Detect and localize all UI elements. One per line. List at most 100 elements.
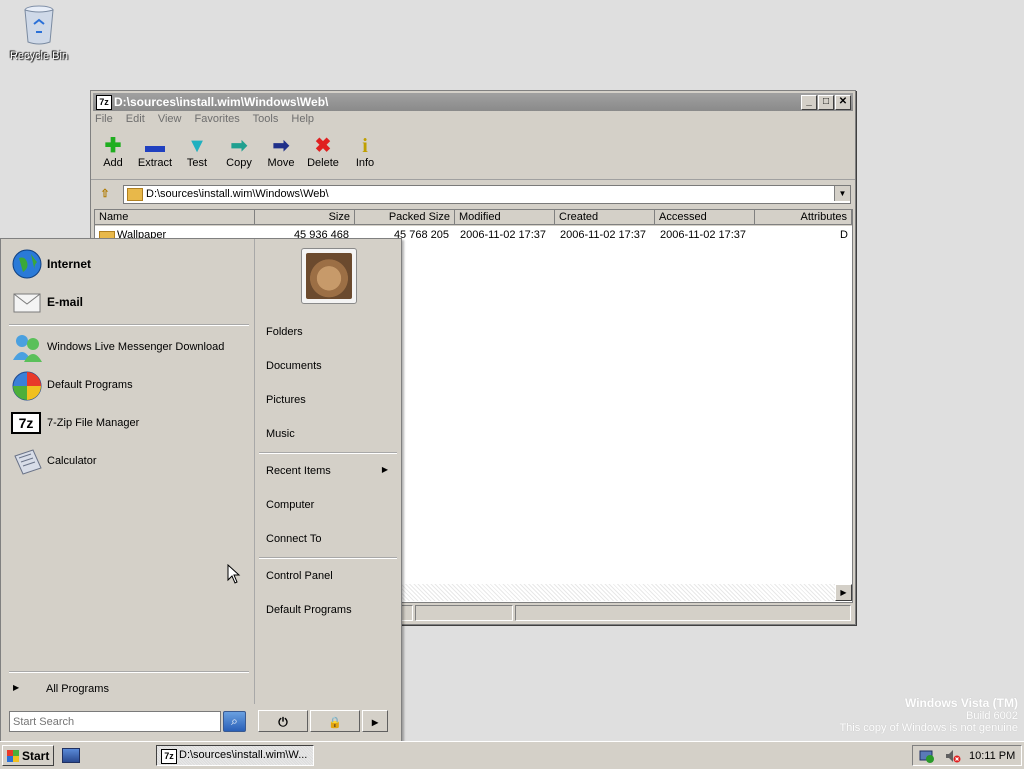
start-computer[interactable]: Computer bbox=[266, 499, 394, 511]
watermark-line-1: Windows Vista (TM) bbox=[904, 696, 1018, 710]
search-button[interactable]: ⌕ bbox=[223, 711, 246, 732]
column-accessed[interactable]: Accessed bbox=[655, 210, 755, 225]
user-picture[interactable] bbox=[301, 248, 357, 304]
test-button[interactable]: ▼ Test bbox=[175, 135, 219, 169]
power-options-button[interactable]: ▸ bbox=[362, 710, 388, 732]
add-button[interactable]: ✚ Add bbox=[91, 135, 135, 169]
address-combobox[interactable]: D:\sources\install.wim\Windows\Web\ ▼ bbox=[123, 185, 851, 204]
start-folders[interactable]: Folders bbox=[266, 326, 394, 338]
pinned-email[interactable]: E-mail bbox=[9, 285, 249, 319]
taskbar-item-title: D:\sources\install.wim\W... bbox=[179, 749, 308, 761]
column-size[interactable]: Size bbox=[255, 210, 355, 225]
start-documents[interactable]: Documents bbox=[266, 360, 394, 372]
pinned-internet[interactable]: Internet bbox=[9, 247, 249, 281]
arrow-right-icon: ▶ bbox=[13, 683, 20, 692]
cell-modified: 2006-11-02 17:37 bbox=[460, 229, 547, 241]
start-control-panel[interactable]: Control Panel bbox=[266, 570, 394, 582]
security-center-icon[interactable] bbox=[919, 749, 935, 763]
recent-calculator-label: Calculator bbox=[47, 455, 97, 467]
menu-file[interactable]: File bbox=[95, 113, 113, 125]
calculator-icon bbox=[14, 449, 42, 475]
watermark-line-2: Build 6002 bbox=[966, 710, 1018, 722]
envelope-icon bbox=[13, 293, 41, 313]
power-icon: ⏻ bbox=[278, 715, 288, 729]
status-pane-3 bbox=[515, 605, 851, 621]
start-default-programs[interactable]: Default Programs bbox=[266, 604, 394, 616]
start-menu: Internet E-mail Windows Live Messenger D… bbox=[0, 238, 402, 742]
menu-edit[interactable]: Edit bbox=[126, 113, 145, 125]
recent-calculator[interactable]: Calculator bbox=[9, 445, 249, 479]
extract-button[interactable]: ▬ Extract bbox=[133, 135, 177, 169]
status-pane-2 bbox=[415, 605, 513, 621]
start-pictures[interactable]: Pictures bbox=[266, 394, 394, 406]
lock-icon: 🔒 bbox=[328, 717, 342, 729]
folder-up-button[interactable]: ⇧ bbox=[95, 185, 115, 203]
all-programs-label: All Programs bbox=[46, 683, 109, 695]
address-path: D:\sources\install.wim\Windows\Web\ bbox=[146, 188, 329, 200]
sevenzip-app-icon: 7z bbox=[96, 95, 112, 110]
system-tray: 10:11 PM bbox=[912, 745, 1022, 766]
recent-default-programs-label: Default Programs bbox=[47, 379, 133, 391]
recent-default-programs[interactable]: Default Programs bbox=[9, 369, 249, 403]
menu-favorites[interactable]: Favorites bbox=[195, 113, 240, 125]
address-dropdown-button[interactable]: ▼ bbox=[834, 186, 850, 201]
minimize-button[interactable]: _ bbox=[801, 95, 817, 110]
taskbar-item-7zip[interactable]: 7z D:\sources\install.wim\W... bbox=[156, 745, 314, 766]
start-menu-programs-pane: Internet E-mail Windows Live Messenger D… bbox=[1, 239, 255, 704]
recycle-bin-icon bbox=[22, 4, 56, 46]
check-icon: ▼ bbox=[187, 135, 207, 157]
start-music[interactable]: Music bbox=[266, 428, 394, 440]
menu-tools[interactable]: Tools bbox=[253, 113, 279, 125]
menu-help[interactable]: Help bbox=[291, 113, 314, 125]
info-button[interactable]: i Info bbox=[343, 135, 387, 169]
recycle-bin-label: Recycle Bin bbox=[9, 50, 69, 62]
volume-muted-icon[interactable] bbox=[945, 749, 961, 763]
start-menu-places-pane: Folders Documents Pictures Music Recent … bbox=[255, 239, 400, 704]
delete-button[interactable]: ✖ Delete bbox=[301, 135, 345, 169]
mouse-cursor-icon bbox=[227, 564, 241, 584]
globe-icon bbox=[12, 249, 42, 279]
recent-messenger[interactable]: Windows Live Messenger Download bbox=[9, 331, 249, 365]
default-programs-icon bbox=[12, 371, 42, 401]
add-label: Add bbox=[103, 157, 123, 169]
copy-button[interactable]: ➡ Copy bbox=[217, 135, 261, 169]
plus-icon: ✚ bbox=[104, 135, 122, 157]
start-recent-items[interactable]: Recent Items ▶ bbox=[266, 465, 394, 477]
menu-view[interactable]: View bbox=[158, 113, 182, 125]
column-created[interactable]: Created bbox=[555, 210, 655, 225]
close-button[interactable]: ✕ bbox=[835, 95, 851, 110]
copy-label: Copy bbox=[226, 157, 252, 169]
move-button[interactable]: ➡ Move bbox=[259, 135, 303, 169]
start-recent-items-label: Recent Items bbox=[266, 465, 331, 477]
lock-button[interactable]: 🔒 bbox=[310, 710, 360, 732]
move-label: Move bbox=[267, 157, 295, 169]
window-titlebar[interactable]: 7z D:\sources\install.wim\Windows\Web\ _… bbox=[93, 93, 853, 111]
chevron-right-icon: ▸ bbox=[371, 715, 379, 729]
all-programs-button[interactable]: ▶ All Programs bbox=[9, 677, 249, 699]
menu-bar: File Edit View Favorites Tools Help bbox=[95, 113, 324, 129]
toolbar: ✚ Add ▬ Extract ▼ Test ➡ Copy ➡ Move ✖ D… bbox=[91, 133, 855, 180]
windows-logo-icon bbox=[7, 750, 19, 762]
user-photo-image bbox=[306, 253, 352, 299]
power-button[interactable]: ⏻ bbox=[258, 710, 308, 732]
column-modified[interactable]: Modified bbox=[455, 210, 555, 225]
clock[interactable]: 10:11 PM bbox=[969, 750, 1015, 762]
maximize-button[interactable]: □ bbox=[818, 95, 834, 110]
start-button[interactable]: Start bbox=[2, 745, 54, 766]
taskbar: Start 7z D:\sources\install.wim\W... 10:… bbox=[0, 741, 1024, 769]
recent-7zip[interactable]: 7z 7-Zip File Manager bbox=[9, 407, 249, 441]
start-search-box[interactable] bbox=[9, 711, 221, 732]
start-search-input[interactable] bbox=[13, 714, 213, 729]
column-attributes[interactable]: Attributes bbox=[755, 210, 852, 225]
window-title: D:\sources\install.wim\Windows\Web\ bbox=[114, 95, 329, 109]
recycle-bin-shortcut[interactable]: Recycle Bin bbox=[6, 4, 72, 62]
recent-messenger-label: Windows Live Messenger Download bbox=[47, 341, 225, 353]
show-desktop-icon[interactable] bbox=[62, 748, 80, 763]
cell-created: 2006-11-02 17:37 bbox=[560, 229, 647, 241]
search-icon: ⌕ bbox=[231, 714, 238, 728]
column-name[interactable]: Name bbox=[95, 210, 255, 225]
start-connect-to[interactable]: Connect To bbox=[266, 533, 394, 545]
cell-accessed: 2006-11-02 17:37 bbox=[660, 229, 747, 241]
scroll-right-button[interactable]: ▶ bbox=[835, 584, 852, 601]
column-packed-size[interactable]: Packed Size bbox=[355, 210, 455, 225]
